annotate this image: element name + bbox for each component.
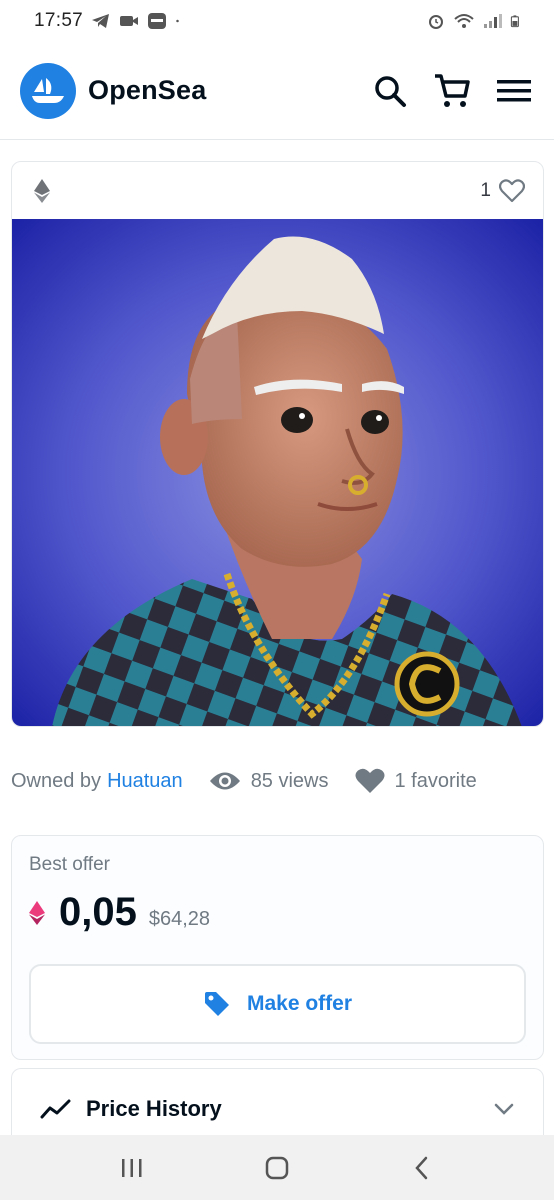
owned-by-label: Owned by <box>11 769 102 792</box>
status-time: 17:57 <box>34 10 84 31</box>
heart-filled-icon <box>355 768 384 793</box>
system-navigation-bar <box>0 1135 554 1200</box>
price-row: 0,05 $64,28 <box>29 890 526 935</box>
weth-icon <box>29 900 45 925</box>
cart-icon[interactable] <box>432 71 472 111</box>
status-bar: 17:57 <box>0 0 554 42</box>
favorites-item: 1 favorite <box>355 768 477 794</box>
price-history-title: Price History <box>86 1095 222 1121</box>
offer-fiat-price: $64,28 <box>148 908 211 930</box>
chevron-down-icon[interactable] <box>493 1102 515 1116</box>
opensea-logo[interactable] <box>20 62 76 119</box>
ethereum-icon <box>34 178 50 203</box>
menu-icon[interactable] <box>494 71 534 111</box>
best-offer-card: Best offer 0,05 $64,28 Make offer <box>11 835 544 1060</box>
eye-icon <box>209 772 240 790</box>
make-offer-label: Make offer <box>246 992 353 1015</box>
back-icon[interactable] <box>392 1143 452 1193</box>
nft-card: 1 <box>11 161 544 727</box>
item-meta-row: Owned by Huatuan 85 views 1 favorite <box>11 760 544 802</box>
telegram-icon <box>92 14 110 28</box>
heart-outline-icon[interactable] <box>499 178 525 203</box>
alarm-icon <box>429 15 443 29</box>
recent-apps-icon[interactable] <box>102 1143 162 1193</box>
dot-icon <box>176 19 179 23</box>
views-count: 85 views <box>250 769 329 792</box>
opensea-boat-icon <box>32 77 64 103</box>
views-item: 85 views <box>209 770 329 793</box>
trend-line-icon <box>40 1099 71 1118</box>
video-call-icon <box>120 16 139 26</box>
best-offer-label: Best offer <box>29 854 110 875</box>
search-icon[interactable] <box>370 71 410 111</box>
owner-link[interactable]: Huatuan <box>107 770 183 793</box>
favorites-count: 1 <box>480 179 491 201</box>
nft-image[interactable] <box>12 219 543 727</box>
status-left: 17:57 <box>34 10 426 32</box>
card-header: 1 <box>12 162 543 219</box>
wifi-icon <box>454 14 474 28</box>
zalo-icon <box>148 13 167 29</box>
brand-name[interactable]: OpenSea <box>88 75 348 106</box>
top-navbar: OpenSea <box>0 42 554 140</box>
status-right <box>426 13 524 29</box>
favorites-label: 1 favorite <box>394 769 477 792</box>
battery-icon <box>510 15 519 28</box>
home-icon[interactable] <box>247 1143 307 1193</box>
tag-icon <box>204 992 229 1016</box>
offer-price: 0,05 <box>59 890 137 934</box>
make-offer-button[interactable]: Make offer <box>29 964 526 1044</box>
signal-icon <box>484 14 502 28</box>
